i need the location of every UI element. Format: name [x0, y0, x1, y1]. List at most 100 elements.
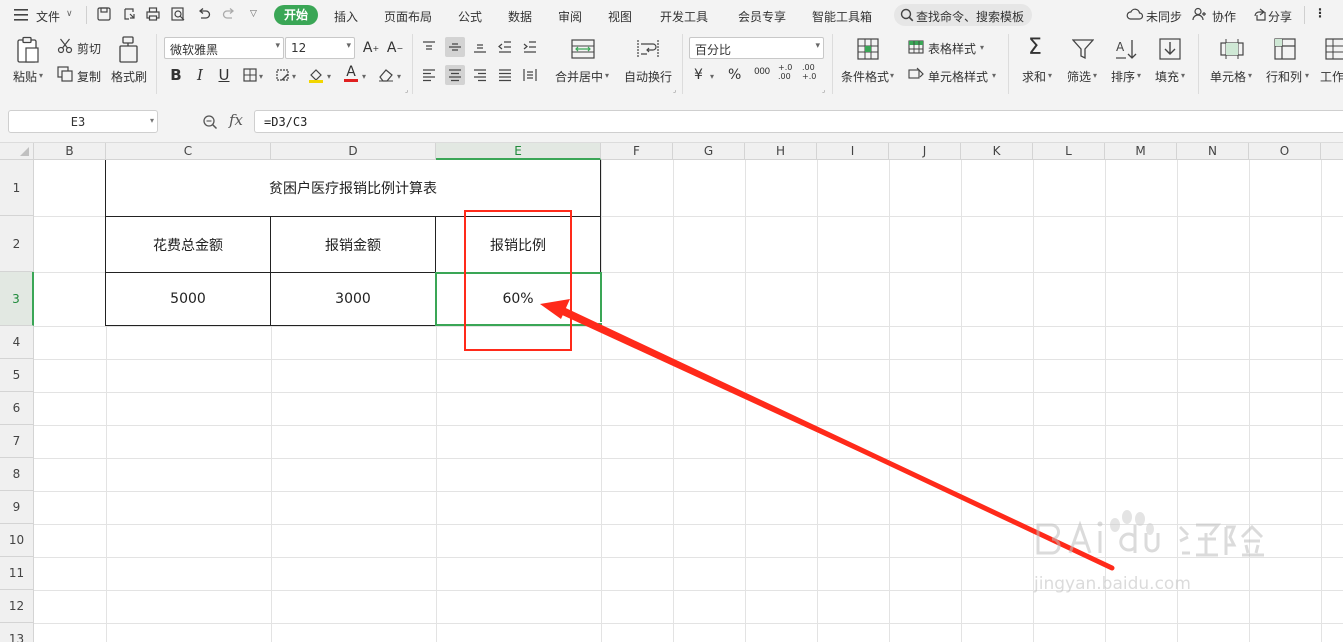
paste-dropdown-icon[interactable]: ▾ — [39, 71, 43, 80]
filter-icon[interactable] — [1071, 38, 1095, 63]
eraser-icon[interactable] — [376, 65, 396, 85]
tab-view[interactable]: 视图 — [608, 8, 632, 25]
worksheet-button[interactable]: 工作 — [1320, 68, 1343, 85]
collaborate-icon[interactable] — [1192, 7, 1206, 21]
align-middle-icon[interactable] — [445, 37, 465, 57]
decrease-decimal-button[interactable]: .00 +.0 — [802, 63, 822, 81]
increase-font-icon[interactable]: A + — [361, 38, 381, 58]
align-left-icon[interactable] — [419, 65, 439, 85]
conditional-format-button[interactable]: 条件格式 — [841, 68, 889, 85]
cloud-sync-icon[interactable] — [1126, 7, 1144, 21]
sort-icon[interactable]: A — [1115, 38, 1139, 63]
font-size-select[interactable]: 12 ▾ — [285, 37, 355, 59]
print-preview-icon[interactable] — [171, 7, 185, 21]
fill-button[interactable]: 填充 — [1155, 68, 1179, 85]
customize-toolbar-icon[interactable]: ▽ — [250, 9, 257, 19]
tab-home[interactable]: 开始 — [274, 5, 319, 25]
hamburger-icon[interactable] — [14, 9, 28, 24]
wrap-text-button[interactable]: 自动换行 — [624, 68, 672, 85]
font-name-select[interactable]: 微软雅黑 ▾ — [164, 37, 284, 59]
chevron-down-icon[interactable]: ▾ — [150, 116, 154, 125]
chevron-down-icon[interactable]: ▾ — [992, 71, 996, 80]
format-painter-button[interactable]: 格式刷 — [111, 68, 147, 85]
percent-format-button[interactable]: % — [728, 67, 741, 83]
collaborate-button[interactable]: 协作 — [1212, 8, 1236, 25]
fill-color-icon[interactable] — [306, 65, 326, 85]
tab-insert[interactable]: 插入 — [334, 8, 358, 25]
dialog-launcher-icon[interactable]: ⌟ — [673, 86, 676, 94]
underline-icon[interactable]: U — [214, 65, 234, 85]
currency-format-button[interactable]: ¥ — [694, 67, 703, 83]
align-right-icon[interactable] — [470, 65, 490, 85]
cell-style-button[interactable]: 单元格样式 — [928, 68, 988, 85]
insert-function-icon[interactable]: fx — [229, 111, 243, 129]
file-menu[interactable]: 文件 — [36, 8, 60, 25]
export-icon[interactable] — [122, 7, 136, 21]
tab-developer[interactable]: 开发工具 — [660, 8, 708, 25]
decrease-font-icon[interactable]: A − — [385, 38, 405, 58]
scissors-icon[interactable] — [57, 38, 73, 57]
paste-button[interactable]: 粘贴 — [13, 68, 37, 85]
name-box[interactable]: E3 ▾ — [8, 110, 158, 133]
chevron-down-icon[interactable]: ▾ — [327, 72, 331, 81]
spreadsheet-grid[interactable]: B C D E F G H I J K L M N O 1 2 3 4 5 6 … — [0, 143, 1343, 642]
save-icon[interactable] — [97, 7, 111, 21]
chevron-down-icon[interactable]: ∨ — [66, 9, 73, 19]
dialog-launcher-icon[interactable]: ⌟ — [405, 86, 408, 94]
borders-icon[interactable] — [240, 65, 260, 85]
align-bottom-icon[interactable] — [470, 37, 490, 57]
print-icon[interactable] — [146, 7, 160, 21]
sum-icon[interactable]: Σ — [1028, 37, 1042, 59]
align-center-icon[interactable] — [445, 65, 465, 85]
merge-center-button[interactable]: 合并居中 — [555, 68, 603, 85]
row-column-button[interactable]: 行和列 — [1266, 68, 1302, 85]
tab-formulas[interactable]: 公式 — [458, 8, 482, 25]
thousands-separator-button[interactable]: 000 — [754, 67, 770, 77]
sort-button[interactable]: 排序 — [1111, 68, 1135, 85]
tab-data[interactable]: 数据 — [508, 8, 532, 25]
redo-icon[interactable] — [222, 7, 236, 21]
cut-button[interactable]: 剪切 — [77, 40, 101, 57]
bold-icon[interactable]: B — [166, 65, 186, 85]
italic-icon[interactable]: I — [190, 65, 210, 85]
chevron-down-icon[interactable]: ▾ — [980, 43, 984, 52]
copy-button[interactable]: 复制 — [77, 68, 101, 85]
tab-smart-toolbox[interactable]: 智能工具箱 — [812, 8, 872, 25]
format-painter-icon[interactable] — [118, 36, 140, 67]
chevron-down-icon[interactable]: ▾ — [1137, 71, 1141, 80]
sum-button[interactable]: 求和 — [1022, 68, 1046, 85]
cell-button[interactable]: 单元格 — [1210, 68, 1246, 85]
more-options-icon[interactable]: ⋮ — [1314, 6, 1326, 20]
conditional-format-icon[interactable] — [857, 38, 879, 63]
filter-button[interactable]: 筛选 — [1067, 68, 1091, 85]
tab-review[interactable]: 审阅 — [558, 8, 582, 25]
tab-member[interactable]: 会员专享 — [738, 8, 786, 25]
chevron-down-icon[interactable]: ▾ — [890, 71, 894, 80]
justify-icon[interactable] — [495, 65, 515, 85]
copy-icon[interactable] — [57, 66, 73, 85]
dialog-launcher-icon[interactable]: ⌟ — [822, 86, 825, 94]
table-style-button[interactable]: 表格样式 — [928, 40, 976, 57]
increase-indent-icon[interactable] — [520, 37, 540, 57]
zoom-search-icon[interactable] — [202, 114, 218, 133]
cell-style-icon[interactable] — [908, 67, 924, 84]
chevron-down-icon[interactable]: ▾ — [259, 72, 263, 81]
chevron-down-icon[interactable]: ▾ — [292, 72, 296, 81]
chevron-down-icon[interactable]: ▾ — [1093, 71, 1097, 80]
increase-decimal-button[interactable]: +.0 .00 — [778, 63, 798, 81]
font-color-icon[interactable]: A — [341, 63, 361, 83]
decrease-indent-icon[interactable] — [495, 37, 515, 57]
number-format-select[interactable]: 百分比 ▾ — [689, 37, 824, 59]
chevron-down-icon[interactable]: ▾ — [1248, 71, 1252, 80]
chevron-down-icon[interactable]: ▾ — [1181, 71, 1185, 80]
chevron-down-icon[interactable]: ▾ — [362, 72, 366, 81]
tab-page-layout[interactable]: 页面布局 — [384, 8, 432, 25]
chevron-down-icon[interactable]: ▾ — [710, 72, 714, 81]
paste-icon[interactable] — [16, 36, 40, 67]
command-search-box[interactable]: 查找命令、搜索模板 — [894, 4, 1032, 26]
chevron-down-icon[interactable]: ▾ — [605, 71, 609, 80]
share-button[interactable]: 分享 — [1268, 8, 1292, 25]
formula-input[interactable]: =D3/C3 — [254, 110, 1343, 133]
chevron-down-icon[interactable]: ▾ — [1048, 71, 1052, 80]
cell-icon[interactable] — [1220, 38, 1244, 63]
